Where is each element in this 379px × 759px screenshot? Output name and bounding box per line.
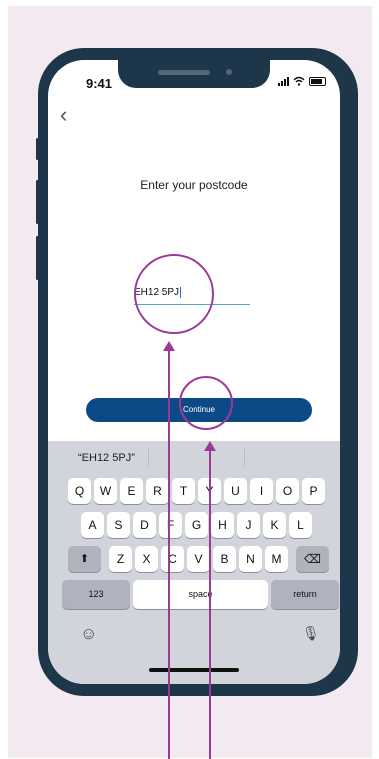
numbers-key[interactable]: 123 — [62, 580, 130, 609]
speaker-grille — [158, 70, 210, 75]
status-icons — [278, 76, 326, 86]
home-indicator — [149, 668, 239, 672]
suggestion-item[interactable]: “EH12 5PJ” — [78, 452, 135, 464]
back-chevron-icon[interactable]: ‹ — [60, 104, 67, 126]
key-g[interactable]: G — [185, 512, 208, 538]
key-h[interactable]: H — [211, 512, 234, 538]
key-l[interactable]: L — [289, 512, 312, 538]
highlight-circle-postcode — [134, 254, 214, 334]
key-m[interactable]: M — [265, 546, 288, 572]
key-r[interactable]: R — [146, 478, 169, 504]
suggestion-bar: “EH12 5PJ” — [48, 441, 340, 475]
delete-key-icon[interactable]: ⌫ — [296, 546, 329, 572]
battery-icon — [309, 77, 326, 86]
key-p[interactable]: P — [302, 478, 325, 504]
keyboard: “EH12 5PJ” Q W E R T Y U I O P A S D F G… — [48, 441, 340, 684]
emoji-icon[interactable]: ☺ — [80, 624, 97, 644]
status-time: 9:41 — [86, 76, 113, 91]
key-s[interactable]: S — [107, 512, 130, 538]
key-w[interactable]: W — [94, 478, 117, 504]
key-d[interactable]: D — [133, 512, 156, 538]
key-a[interactable]: A — [81, 512, 104, 538]
key-z[interactable]: Z — [109, 546, 132, 572]
arrow-line-postcode — [168, 350, 170, 759]
wifi-icon — [293, 76, 305, 86]
front-camera — [226, 69, 232, 75]
notch — [118, 60, 270, 88]
key-e[interactable]: E — [120, 478, 143, 504]
space-key[interactable]: space — [133, 580, 268, 609]
arrowhead-continue — [204, 441, 216, 451]
key-v[interactable]: V — [187, 546, 210, 572]
key-i[interactable]: I — [250, 478, 273, 504]
suggestion-divider — [244, 449, 245, 467]
key-c[interactable]: C — [161, 546, 184, 572]
highlight-circle-continue — [179, 376, 233, 430]
key-n[interactable]: N — [239, 546, 262, 572]
key-q[interactable]: Q — [68, 478, 91, 504]
shift-key-icon[interactable]: ⬆ — [68, 546, 101, 572]
key-u[interactable]: U — [224, 478, 247, 504]
return-key[interactable]: return — [271, 580, 339, 609]
key-j[interactable]: J — [237, 512, 260, 538]
key-t[interactable]: T — [172, 478, 195, 504]
page-title: Enter your postcode — [140, 178, 248, 192]
phone-screen: 9:41 ‹ Enter your postcode EH12 5PJ Cont… — [48, 60, 340, 684]
key-o[interactable]: O — [276, 478, 299, 504]
key-b[interactable]: B — [213, 546, 236, 572]
microphone-icon[interactable]: 🎙 — [302, 625, 320, 642]
suggestion-divider — [148, 449, 149, 467]
key-k[interactable]: K — [263, 512, 286, 538]
arrow-line-continue — [209, 450, 211, 759]
signal-icon — [278, 76, 289, 86]
arrowhead-postcode — [163, 341, 175, 351]
key-f[interactable]: F — [159, 512, 182, 538]
key-x[interactable]: X — [135, 546, 158, 572]
